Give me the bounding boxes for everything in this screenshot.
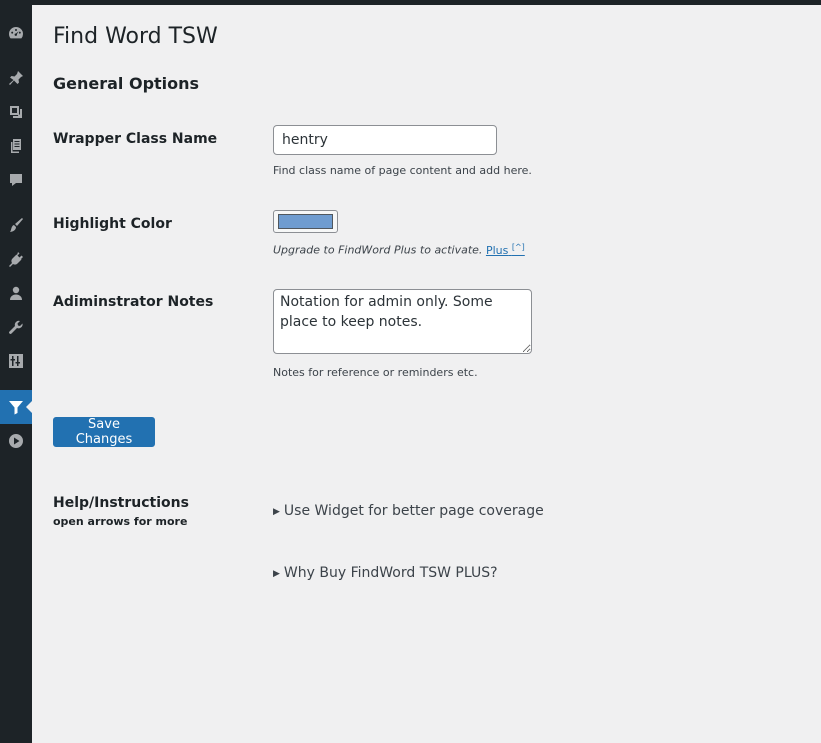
- highlight-color-label: Highlight Color: [53, 216, 172, 232]
- admin-notes-description: Notes for reference or reminders etc.: [273, 366, 478, 379]
- page-title: Find Word TSW: [53, 24, 218, 49]
- plus-link[interactable]: Plus [^]: [486, 242, 525, 257]
- tools-icon: [9, 320, 23, 334]
- admin-notes-label: Adiminstrator Notes: [53, 294, 214, 310]
- appearance-icon: [10, 218, 23, 232]
- dashboard-icon: [9, 27, 23, 39]
- save-changes-button[interactable]: Save Changes: [53, 417, 155, 447]
- sidebar-item-plugins[interactable]: [0, 242, 32, 276]
- play-icon: [9, 434, 23, 448]
- sidebar-item-media-player[interactable]: [0, 424, 32, 458]
- upgrade-text: Upgrade to FindWord Plus to activate.: [273, 243, 483, 257]
- highlight-color-picker[interactable]: [273, 210, 338, 233]
- disclosure-triangle-icon: ▶: [273, 569, 280, 579]
- help-item-label: Use Widget for better page coverage: [283, 503, 544, 519]
- help-item-why-buy[interactable]: ▶ Why Buy FindWord TSW PLUS?: [273, 565, 498, 581]
- sidebar-item-settings[interactable]: [0, 344, 32, 378]
- comments-icon: [10, 174, 22, 186]
- section-title: General Options: [53, 74, 200, 93]
- sidebar-item-dashboard[interactable]: [0, 16, 32, 50]
- admin-topbar: [0, 0, 821, 5]
- help-item-label: Why Buy FindWord TSW PLUS?: [283, 565, 498, 581]
- sidebar-item-comments[interactable]: [0, 163, 32, 197]
- users-icon: [10, 286, 22, 300]
- pin-icon: [9, 71, 23, 85]
- plugins-icon: [9, 252, 23, 267]
- sidebar-item-posts[interactable]: [0, 61, 32, 95]
- help-subtitle: open arrows for more: [53, 515, 188, 528]
- sidebar-item-tools[interactable]: [0, 310, 32, 344]
- sidebar-item-findword[interactable]: [0, 390, 32, 424]
- highlight-color-description: Upgrade to FindWord Plus to activate. Pl…: [273, 242, 525, 257]
- filter-icon: [9, 401, 23, 415]
- disclosure-triangle-icon: ▶: [273, 507, 280, 517]
- help-item-widget[interactable]: ▶ Use Widget for better page coverage: [273, 503, 544, 519]
- sidebar-item-users[interactable]: [0, 276, 32, 310]
- settings-icon: [9, 354, 23, 368]
- sidebar-item-pages[interactable]: [0, 129, 32, 163]
- pages-icon: [11, 139, 21, 153]
- help-title: Help/Instructions: [53, 495, 189, 511]
- wrapper-class-input[interactable]: [273, 125, 497, 155]
- sidebar-item-appearance[interactable]: [0, 208, 32, 242]
- media-icon: [10, 106, 22, 118]
- admin-notes-textarea[interactable]: Notation for admin only. Some place to k…: [273, 289, 532, 354]
- wrapper-class-description: Find class name of page content and add …: [273, 164, 532, 177]
- sidebar-item-media[interactable]: [0, 95, 32, 129]
- wrapper-class-label: Wrapper Class Name: [53, 131, 218, 147]
- admin-sidebar: [0, 5, 32, 743]
- color-swatch: [278, 214, 333, 229]
